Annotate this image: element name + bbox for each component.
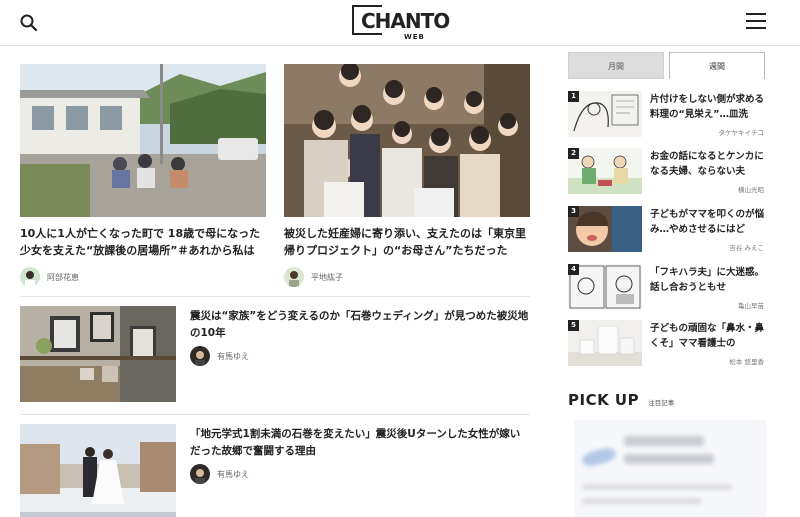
author-avatar <box>284 267 304 287</box>
ranking-item-1-title[interactable]: 片付けをしない側が求める料理の“見栄え”…皿洗 <box>650 92 764 122</box>
tab-monthly[interactable]: 月間 <box>568 52 664 79</box>
ranking-item-5-image[interactable] <box>568 320 642 366</box>
ranking-item-5-author: 松本 悠里香 <box>729 358 764 366</box>
author-avatar <box>20 267 40 287</box>
ranking-item-3[interactable]: 3 子どもがママを叩くのが悩み…やめさせるにはど 吉谷 みえこ <box>568 206 764 256</box>
ranking-item-1-image[interactable] <box>568 91 642 137</box>
pickup-ad-card[interactable] <box>574 420 766 517</box>
feature-article-2-author[interactable]: 平地紘子 <box>284 267 530 287</box>
list-article-1-image[interactable] <box>20 306 176 402</box>
pickup-section-header: PICK UP 注目記事 <box>568 390 674 409</box>
ad-text-blur <box>582 498 702 504</box>
pickup-title: PICK UP <box>568 391 640 409</box>
feature-article-2-image[interactable] <box>284 64 530 217</box>
feature-article-1-author[interactable]: 阿部花恵 <box>20 267 266 287</box>
ranking-item-3-author: 吉谷 みえこ <box>729 244 764 252</box>
ranking-item-1-author: タケヤキイチコ <box>718 129 765 137</box>
menu-button[interactable] <box>746 13 766 31</box>
list-article-2[interactable]: 「地元学式1割未満の石巻を変えたい」震災後Uターンした女性が嫁いだった故郷で奮闘… <box>20 424 530 517</box>
ranking-item-3-title[interactable]: 子どもがママを叩くのが悩み…やめさせるにはど <box>650 207 764 237</box>
ad-logo <box>580 445 618 469</box>
author-avatar <box>190 464 210 484</box>
ranking-tabs: 月間 週間 <box>568 52 765 79</box>
logo-subtext: WEB <box>404 33 425 41</box>
site-logo[interactable]: CHANTO WEB <box>352 5 450 41</box>
author-avatar <box>190 346 210 366</box>
ad-text-blur <box>582 484 732 490</box>
author-name: 有馬ゆえ <box>217 469 249 479</box>
author-name: 平地紘子 <box>311 272 343 282</box>
search-button[interactable] <box>18 12 40 34</box>
ranking-number: 4 <box>568 264 579 275</box>
list-article-1[interactable]: 震災は“家族”をどう変えるのか「石巻ウェディング」が見つめた被災地の10年 有馬… <box>20 306 530 402</box>
ranking-item-5-title[interactable]: 子どもの頑固な「鼻水・鼻くそ」ママ看護士の <box>650 321 764 351</box>
list-article-1-author[interactable]: 有馬ゆえ <box>190 346 249 366</box>
ranking-item-4-image[interactable] <box>568 264 642 310</box>
divider <box>20 296 530 297</box>
pickup-subtitle: 注目記事 <box>648 399 675 407</box>
feature-article-2-title[interactable]: 被災した妊産婦に寄り添い、支えたのは「東京里帰りプロジェクト」の“お母さん”たち… <box>284 225 530 259</box>
list-article-2-image[interactable] <box>20 424 176 517</box>
divider <box>20 414 530 415</box>
ranking-item-4-author: 亀山早苗 <box>738 302 764 310</box>
ranking-item-2-title[interactable]: お金の話になるとケンカになる夫婦、ならない夫 <box>650 149 764 179</box>
author-name: 阿部花恵 <box>47 272 79 282</box>
list-article-2-title[interactable]: 「地元学式1割未満の石巻を変えたい」震災後Uターンした女性が嫁いだった故郷で奮闘… <box>190 426 530 460</box>
feature-article-1-title[interactable]: 10人に1人が亡くなった町で 18歳で母になった少女を支えた“放課後の居場所”＃… <box>20 225 266 259</box>
ranking-number: 5 <box>568 320 579 331</box>
ranking-item-4[interactable]: 4 「フキハラ夫」に大迷惑。話し合おうともせ 亀山早苗 <box>568 264 764 314</box>
ranking-number: 1 <box>568 91 579 102</box>
logo-text: CHANTO <box>361 9 450 33</box>
author-name: 有馬ゆえ <box>217 351 249 361</box>
ranking-item-4-title[interactable]: 「フキハラ夫」に大迷惑。話し合おうともせ <box>650 265 764 295</box>
ranking-number: 2 <box>568 148 579 159</box>
ranking-item-2-image[interactable] <box>568 148 642 194</box>
feature-article-1-image[interactable] <box>20 64 266 217</box>
tab-weekly[interactable]: 週間 <box>669 52 765 79</box>
ranking-item-3-image[interactable] <box>568 206 642 252</box>
ranking-item-2-author: 横山光昭 <box>738 186 764 194</box>
search-icon <box>20 14 38 32</box>
hamburger-icon <box>746 13 766 29</box>
ad-headline-blur <box>624 454 714 464</box>
feature-article-1[interactable]: 10人に1人が亡くなった町で 18歳で母になった少女を支えた“放課後の居場所”＃… <box>20 64 266 287</box>
ranking-item-2[interactable]: 2 お金の話になるとケンカになる夫婦、ならない夫 横山光昭 <box>568 148 764 198</box>
site-header: CHANTO WEB <box>0 0 800 46</box>
feature-article-2[interactable]: 被災した妊産婦に寄り添い、支えたのは「東京里帰りプロジェクト」の“お母さん”たち… <box>284 64 530 287</box>
ranking-item-1[interactable]: 1 片付けをしない側が求める料理の“見栄え”…皿洗 タケヤキイチコ <box>568 91 764 141</box>
ad-headline-blur <box>624 436 704 446</box>
list-article-1-title[interactable]: 震災は“家族”をどう変えるのか「石巻ウェディング」が見つめた被災地の10年 <box>190 308 530 342</box>
ranking-number: 3 <box>568 206 579 217</box>
ranking-item-5[interactable]: 5 子どもの頑固な「鼻水・鼻くそ」ママ看護士の 松本 悠里香 <box>568 320 764 370</box>
list-article-2-author[interactable]: 有馬ゆえ <box>190 464 249 484</box>
